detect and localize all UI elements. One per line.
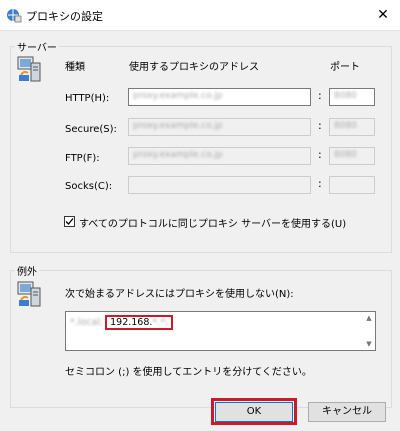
exceptions-value: *.local; 192.168.*.*; (70, 315, 174, 330)
close-icon[interactable]: ✕ (366, 0, 400, 30)
highlighted-ip: 192.168.*.*; (105, 315, 174, 330)
server-computer-icon (17, 281, 41, 307)
exceptions-textarea[interactable]: *.local; 192.168.*.*; ▲ ▼ (65, 311, 376, 351)
secure-port-input: 8080 (329, 118, 375, 136)
socks-address-input (128, 176, 311, 194)
checkmark-icon (65, 218, 74, 225)
socks-colon: : (318, 177, 322, 190)
address-column-header: 使用するプロキシのアドレス (129, 62, 259, 73)
http-address-input[interactable]: proxy.example.co.jp (128, 88, 311, 106)
secure-label: Secure(S): (65, 124, 117, 135)
secure-colon: : (318, 119, 322, 132)
secure-address-input: proxy.example.co.jp (128, 118, 311, 136)
highlighted-ip-rest: *.*; (152, 317, 169, 328)
socks-port-input (329, 176, 375, 194)
exceptions-group-label: 例外 (15, 263, 39, 278)
ftp-address-input: proxy.example.co.jp (128, 147, 311, 165)
highlighted-ip-text: 192.168. (110, 317, 153, 328)
window-title: プロキシの設定 (26, 10, 103, 23)
socks-label: Socks(C): (65, 181, 113, 192)
exceptions-scrollbar[interactable]: ▲ ▼ (363, 312, 375, 350)
exceptions-instruction: 次で始まるアドレスにはプロキシを使用しない(N): (65, 289, 294, 300)
globe-settings-icon (7, 9, 22, 23)
port-column-header: ポート (330, 62, 360, 73)
title-bar: プロキシの設定 ✕ (0, 0, 400, 30)
ftp-port-input: 8080 (329, 147, 375, 165)
cancel-button[interactable]: キャンセル (308, 402, 386, 422)
http-label: HTTP(H): (65, 93, 110, 104)
dialog-client: サーバー 種類 使用するプロキシのアドレス ポート HTTP(H): proxy… (0, 30, 400, 431)
type-column-header: 種類 (65, 62, 85, 73)
exceptions-note: セミコロン (;) を使用してエントリを分けてください。 (65, 367, 312, 378)
same-proxy-checkbox[interactable] (64, 216, 75, 227)
ok-button[interactable]: OK (215, 402, 293, 422)
http-port-input[interactable]: 8080 (329, 88, 375, 106)
ftp-label: FTP(F): (65, 153, 100, 164)
servers-group-label: サーバー (15, 39, 59, 54)
server-computer-icon (17, 56, 41, 82)
ftp-colon: : (318, 148, 322, 161)
scroll-up-icon[interactable]: ▲ (363, 314, 375, 322)
scroll-down-icon[interactable]: ▼ (363, 340, 375, 348)
http-colon: : (318, 89, 322, 102)
same-proxy-label[interactable]: すべてのプロトコルに同じプロキシ サーバーを使用する(U) (79, 215, 346, 230)
exceptions-value-prefix: *.local; (70, 317, 104, 328)
